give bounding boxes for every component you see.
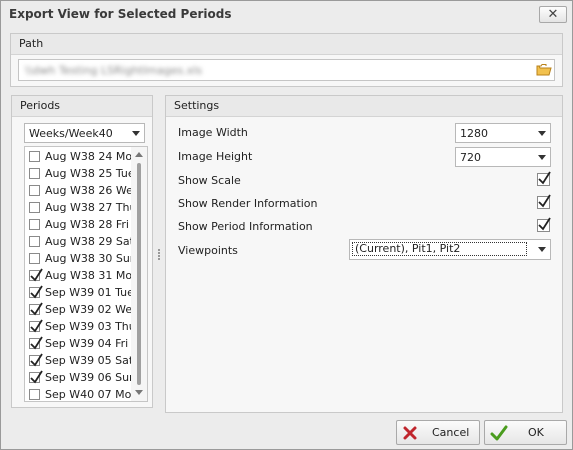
show-render-info-label: Show Render Information xyxy=(178,197,318,210)
settings-group: Settings Image Width 1280 Image Height 7… xyxy=(165,95,563,413)
image-width-dropdown[interactable]: 1280 xyxy=(455,123,551,143)
period-range-dropdown[interactable]: Weeks/Week40 xyxy=(24,123,145,143)
chevron-down-icon[interactable] xyxy=(538,155,546,160)
title-bar: Export View for Selected Periods ✕ xyxy=(1,1,572,29)
path-input[interactable]: \\dwh Testing LSRightImages.xls xyxy=(18,59,555,81)
scroll-thumb[interactable] xyxy=(137,163,141,385)
ok-check-icon xyxy=(490,425,508,441)
period-list-item[interactable]: Sep W39 02 Wed xyxy=(25,301,131,318)
period-checkbox[interactable] xyxy=(29,219,40,230)
show-scale-label: Show Scale xyxy=(178,174,241,187)
settings-group-title: Settings xyxy=(174,99,220,112)
period-label: Aug W38 29 Sat xyxy=(45,235,131,248)
period-checkbox[interactable] xyxy=(29,253,40,264)
cancel-x-icon xyxy=(403,426,417,440)
period-label: Sep W39 02 Wed xyxy=(45,303,131,316)
scroll-up-arrow-icon[interactable] xyxy=(135,152,143,157)
image-width-value: 1280 xyxy=(460,127,488,140)
period-list-item[interactable]: Aug W38 24 Mon xyxy=(25,148,131,165)
period-list-item[interactable]: Aug W38 25 Tue xyxy=(25,165,131,182)
period-label: Aug W38 26 Wed xyxy=(45,184,131,197)
period-list-item[interactable]: Aug W38 28 Fri xyxy=(25,216,131,233)
period-label: Sep W40 07 Mon xyxy=(45,388,131,401)
period-list-item[interactable]: Aug W38 29 Sat xyxy=(25,233,131,250)
periods-group: Periods Weeks/Week40 Aug W38 24 Mon Aug W… xyxy=(11,95,153,408)
period-list-item[interactable]: Aug W38 26 Wed xyxy=(25,182,131,199)
cancel-button[interactable]: Cancel xyxy=(396,420,480,445)
period-checkbox[interactable] xyxy=(29,236,40,247)
viewpoints-label: Viewpoints xyxy=(178,244,238,257)
viewpoints-value: (Current), Pit1, Pit2 xyxy=(352,242,527,256)
period-label: Aug W38 24 Mon xyxy=(45,150,131,163)
settings-group-header: Settings xyxy=(166,96,562,117)
periods-group-title: Periods xyxy=(20,99,61,112)
viewpoints-dropdown[interactable]: (Current), Pit1, Pit2 xyxy=(349,239,551,260)
close-button[interactable]: ✕ xyxy=(539,6,567,23)
period-list-item[interactable]: Aug W38 31 Mon xyxy=(25,267,131,284)
period-label: Sep W39 01 Tue xyxy=(45,286,131,299)
close-icon: ✕ xyxy=(547,7,559,22)
period-checkbox[interactable] xyxy=(29,370,43,384)
periods-scrollbar[interactable] xyxy=(131,147,147,401)
scroll-down-arrow-icon[interactable] xyxy=(135,390,143,395)
period-checkbox[interactable] xyxy=(29,151,40,162)
period-label: Aug W38 27 Thu xyxy=(45,201,131,214)
folder-open-icon[interactable] xyxy=(536,63,552,77)
show-scale-checkbox[interactable] xyxy=(537,171,551,186)
period-checkbox[interactable] xyxy=(29,353,43,367)
image-height-dropdown[interactable]: 720 xyxy=(455,147,551,167)
ok-button[interactable]: OK xyxy=(484,420,567,445)
image-height-value: 720 xyxy=(460,151,481,164)
show-period-info-label: Show Period Information xyxy=(178,220,313,233)
period-checkbox[interactable] xyxy=(29,202,40,213)
period-label: Sep W39 05 Sat xyxy=(45,354,131,367)
chevron-down-icon[interactable] xyxy=(132,131,140,136)
period-checkbox[interactable] xyxy=(29,285,43,299)
periods-list[interactable]: Aug W38 24 Mon Aug W38 25 Tue Aug W38 26 W… xyxy=(24,146,148,402)
period-list-item[interactable]: Sep W39 06 Sun xyxy=(25,369,131,386)
chevron-down-icon[interactable] xyxy=(538,131,546,136)
period-checkbox[interactable] xyxy=(29,168,40,179)
chevron-down-icon[interactable] xyxy=(538,247,546,252)
path-group-header: Path xyxy=(11,34,562,55)
image-width-label: Image Width xyxy=(178,126,248,139)
period-checkbox[interactable] xyxy=(29,319,43,333)
periods-group-header: Periods xyxy=(12,96,152,117)
ok-label: OK xyxy=(528,426,544,439)
show-render-info-checkbox[interactable] xyxy=(537,194,551,209)
path-group: Path \\dwh Testing LSRightImages.xls xyxy=(10,33,563,87)
period-list-item[interactable]: Sep W39 01 Tue xyxy=(25,284,131,301)
period-checkbox[interactable] xyxy=(29,336,43,350)
period-checkbox[interactable] xyxy=(29,268,43,282)
period-label: Sep W39 04 Fri xyxy=(45,337,129,350)
period-label: Sep W39 03 Thu xyxy=(45,320,131,333)
path-value: \\dwh Testing LSRightImages.xls xyxy=(25,64,203,77)
show-period-info-checkbox[interactable] xyxy=(537,217,551,232)
period-checkbox[interactable] xyxy=(29,389,40,400)
period-label: Aug W38 31 Mon xyxy=(45,269,131,282)
period-checkbox[interactable] xyxy=(29,302,43,316)
path-group-title: Path xyxy=(19,37,44,50)
period-list-item[interactable]: Sep W39 03 Thu xyxy=(25,318,131,335)
period-label: Aug W38 30 Sun xyxy=(45,252,131,265)
image-height-label: Image Height xyxy=(178,150,253,163)
splitter-grip[interactable] xyxy=(158,249,161,261)
period-range-value: Weeks/Week40 xyxy=(29,127,113,140)
period-list-item[interactable]: Sep W40 07 Mon xyxy=(25,386,131,401)
period-list-item[interactable]: Aug W38 30 Sun xyxy=(25,250,131,267)
period-checkbox[interactable] xyxy=(29,185,40,196)
period-list-item[interactable]: Aug W38 27 Thu xyxy=(25,199,131,216)
period-label: Sep W39 06 Sun xyxy=(45,371,131,384)
export-view-dialog: Export View for Selected Periods ✕ Path … xyxy=(0,0,573,450)
period-label: Aug W38 28 Fri xyxy=(45,218,129,231)
dialog-title: Export View for Selected Periods xyxy=(9,7,232,21)
period-list-item[interactable]: Sep W39 05 Sat xyxy=(25,352,131,369)
period-label: Aug W38 25 Tue xyxy=(45,167,131,180)
period-list-item[interactable]: Sep W39 04 Fri xyxy=(25,335,131,352)
cancel-label: Cancel xyxy=(432,426,470,439)
